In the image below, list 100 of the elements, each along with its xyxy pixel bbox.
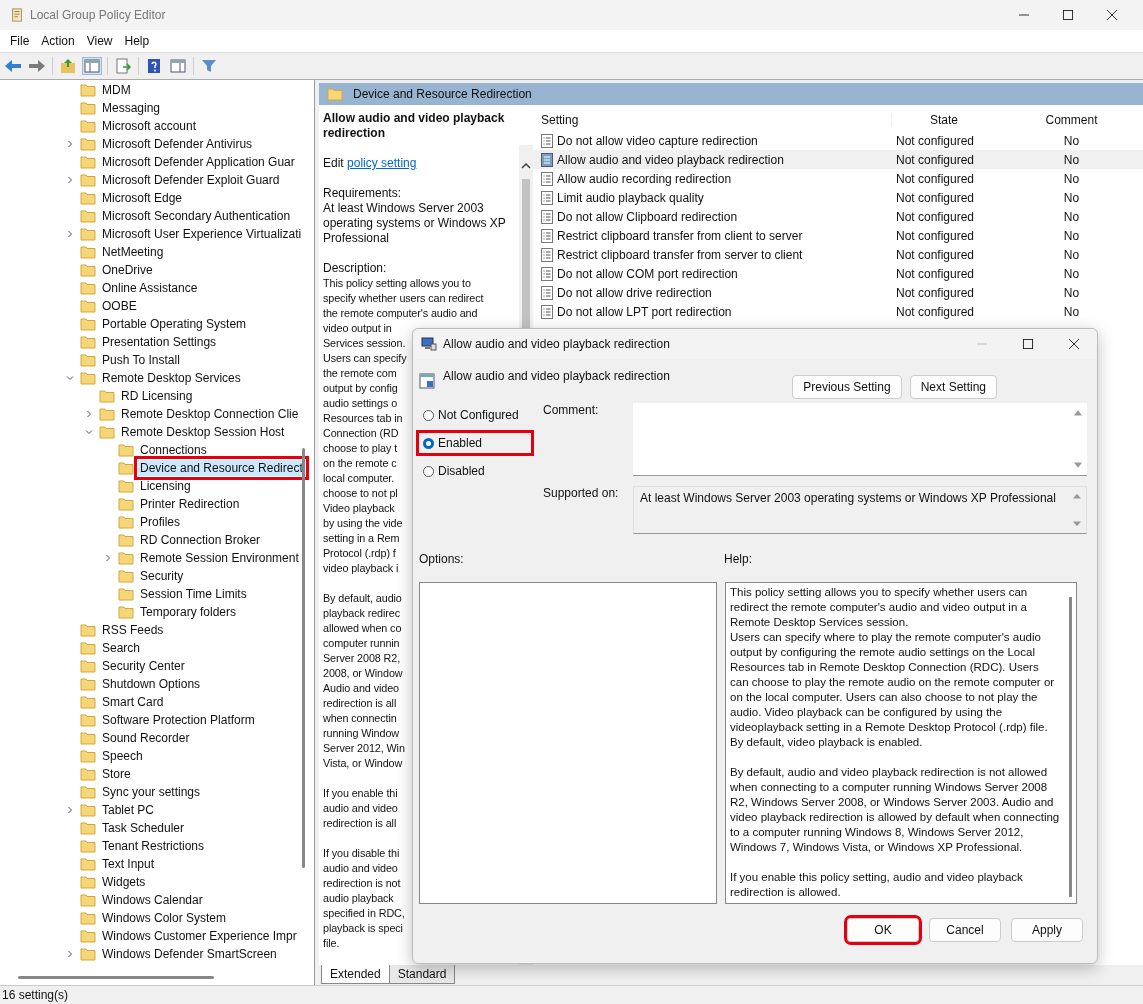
tree-item[interactable]: Microsoft Defender Application Guar (100, 154, 297, 170)
dialog-button[interactable]: Apply (1011, 918, 1083, 942)
export-list-icon[interactable] (114, 58, 132, 74)
forward-arrow-icon[interactable] (28, 58, 46, 74)
collapse-chevron-icon[interactable] (66, 374, 74, 382)
expand-chevron-icon[interactable] (66, 950, 74, 958)
tree-item[interactable]: RD Licensing (119, 388, 195, 404)
tree-item[interactable]: Messaging (100, 100, 163, 116)
action-pane-icon[interactable] (169, 58, 187, 74)
expand-chevron-icon[interactable] (104, 554, 112, 562)
nav-button[interactable]: Previous Setting (792, 375, 902, 399)
vertical-scrollbar[interactable] (302, 448, 305, 868)
dialog-button[interactable]: Cancel (929, 918, 1001, 942)
column-header[interactable]: State (891, 113, 992, 127)
tree-item[interactable]: Software Protection Platform (100, 712, 257, 728)
help-icon[interactable] (145, 58, 163, 74)
scroll-arrows-icon[interactable] (1072, 491, 1082, 529)
menu-item[interactable]: File (4, 32, 36, 50)
tree-item[interactable]: Task Scheduler (100, 820, 187, 836)
tree-item[interactable]: Printer Redirection (138, 496, 242, 512)
tree-item[interactable]: Tenant Restrictions (100, 838, 207, 854)
tree-item[interactable]: Windows Color System (100, 910, 229, 926)
tree-item[interactable]: Microsoft account (100, 118, 199, 134)
setting-row[interactable]: Do not allow LPT port redirection Not configured No (533, 302, 1143, 321)
setting-row[interactable]: Do not allow drive redirection Not configured No (533, 283, 1143, 302)
tree-item[interactable]: Microsoft User Experience Virtualizati (100, 226, 304, 242)
radio-option[interactable]: Not Configured (419, 405, 531, 425)
radio-option[interactable]: Enabled (419, 433, 531, 453)
tree-item[interactable]: Connections (138, 442, 209, 458)
tree-item[interactable]: Text Input (100, 856, 157, 872)
tree-item[interactable]: Microsoft Defender Exploit Guard (100, 172, 282, 188)
setting-row[interactable]: Allow audio recording redirection Not configured No (533, 169, 1143, 188)
setting-row[interactable]: Do not allow video capture redirection Not configured No (533, 131, 1143, 150)
tree-item[interactable]: Tablet PC (100, 802, 157, 818)
help-scrollbar[interactable] (1069, 597, 1072, 897)
tree-item[interactable]: Licensing (138, 478, 193, 494)
setting-row[interactable]: Restrict clipboard transfer from client to server Not configured No (533, 226, 1143, 245)
tree-item[interactable]: Security (138, 568, 186, 584)
comment-field[interactable] (633, 403, 1087, 476)
tree-item[interactable]: Speech (100, 748, 145, 764)
view-tab[interactable]: Extended (321, 965, 390, 984)
expand-chevron-icon[interactable] (66, 806, 74, 814)
tree-item[interactable]: Security Center (100, 658, 187, 674)
maximize-icon[interactable] (1023, 339, 1033, 349)
nav-button[interactable]: Next Setting (909, 375, 997, 399)
tree-item[interactable]: Remote Desktop Session Host (119, 424, 287, 440)
tree-item[interactable]: NetMeeting (100, 244, 166, 260)
policy-setting-link[interactable]: policy setting (347, 156, 417, 170)
tree-item[interactable]: Smart Card (100, 694, 166, 710)
tree-pane-icon[interactable] (83, 58, 101, 74)
collapse-chevron-icon[interactable] (85, 428, 93, 436)
column-header[interactable]: Comment (992, 113, 1143, 127)
close-icon[interactable] (1069, 339, 1079, 349)
setting-row[interactable]: Restrict clipboard transfer from server to client Not configured No (533, 245, 1143, 264)
expand-chevron-icon[interactable] (66, 230, 74, 238)
tree-item[interactable]: Microsoft Edge (100, 190, 185, 206)
tree-item[interactable]: Remote Session Environment (138, 550, 301, 566)
tree-item[interactable]: Sync your settings (100, 784, 203, 800)
dialog-button[interactable]: OK (847, 918, 919, 942)
tree-item[interactable]: Microsoft Defender Antivirus (100, 136, 255, 152)
maximize-icon[interactable] (1063, 10, 1073, 20)
tree-item[interactable]: Sound Recorder (100, 730, 192, 746)
expand-chevron-icon[interactable] (66, 140, 74, 148)
filter-icon[interactable] (200, 58, 218, 74)
setting-row[interactable]: Do not allow COM port redirection Not configured No (533, 264, 1143, 283)
expand-chevron-icon[interactable] (85, 410, 93, 418)
setting-row[interactable]: Limit audio playback quality Not configured No (533, 188, 1143, 207)
close-icon[interactable] (1107, 10, 1117, 20)
tree-item[interactable]: Session Time Limits (138, 586, 249, 602)
tree-item[interactable]: RSS Feeds (100, 622, 166, 638)
tree-item[interactable]: Online Assistance (100, 280, 200, 296)
tree-item[interactable]: Microsoft Secondary Authentication (100, 208, 293, 224)
tree-item[interactable]: OOBE (100, 298, 139, 314)
back-arrow-icon[interactable] (4, 58, 22, 74)
tree-item[interactable]: Profiles (138, 514, 182, 530)
tree-item[interactable]: Shutdown Options (100, 676, 203, 692)
tree-item[interactable]: RD Connection Broker (138, 532, 263, 548)
column-header[interactable]: Setting (533, 113, 891, 127)
expand-chevron-icon[interactable] (66, 176, 74, 184)
folder-up-icon[interactable] (59, 58, 77, 74)
menu-item[interactable]: View (80, 32, 119, 50)
scroll-up-icon[interactable] (521, 163, 531, 169)
tree-item[interactable]: Portable Operating System (100, 316, 249, 332)
setting-row[interactable]: Do not allow Clipboard redirection Not configured No (533, 207, 1143, 226)
tree-item[interactable]: Windows Defender SmartScreen (100, 946, 279, 962)
description-scrollbar[interactable] (522, 179, 530, 329)
tree-item[interactable]: MDM (100, 82, 133, 98)
tree-item[interactable]: Remote Desktop Services (100, 370, 243, 386)
tree-item[interactable]: Presentation Settings (100, 334, 219, 350)
horizontal-scrollbar[interactable] (18, 976, 214, 979)
tree-item[interactable]: Remote Desktop Connection Clie (119, 406, 301, 422)
tree-item[interactable]: Temporary folders (138, 604, 239, 620)
tree-item[interactable]: Store (100, 766, 133, 782)
tree-item[interactable]: OneDrive (100, 262, 155, 278)
setting-row[interactable]: Allow audio and video playback redirection Not configured No (533, 150, 1143, 169)
tree-item[interactable]: Windows Customer Experience Impr (100, 928, 299, 944)
view-tab[interactable]: Standard (388, 965, 456, 984)
menu-item[interactable]: Help (118, 32, 156, 50)
tree-item[interactable]: Search (100, 640, 143, 656)
tree-item[interactable]: Windows Calendar (100, 892, 205, 908)
